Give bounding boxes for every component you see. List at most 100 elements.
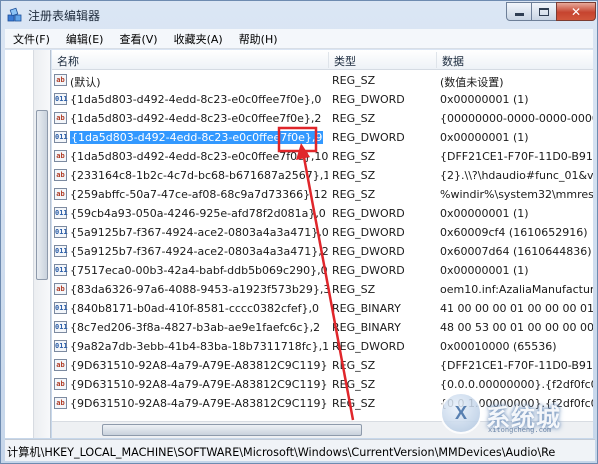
menu-view[interactable]: 查看(V) bbox=[111, 31, 165, 47]
table-row[interactable]: 011 {1da5d803-d492-4edd-8c23-e0c0ffee7f0e… bbox=[52, 128, 593, 147]
string-value-icon: ab bbox=[54, 169, 67, 181]
key-tree-pane[interactable] bbox=[5, 50, 51, 438]
value-name-cell: {840b8171-b0ad-410f-8581-cccc0382cfef},0 bbox=[70, 302, 328, 315]
value-name-text: (默认) bbox=[70, 76, 101, 89]
column-divider[interactable] bbox=[436, 52, 437, 68]
table-row[interactable]: 011 {5a9125b7-f367-4924-ace2-0803a4a3a471… bbox=[52, 242, 593, 261]
minimize-icon bbox=[514, 13, 524, 16]
close-icon: ✕ bbox=[570, 4, 582, 19]
value-data-cell: {DFF21CE1-F70F-11D0-B917 bbox=[440, 150, 593, 163]
value-data-cell: 0x60009cf4 (1610652916) bbox=[440, 226, 588, 239]
value-data-cell: oem10.inf:AzaliaManufactur bbox=[440, 283, 593, 296]
value-data-cell: {DFF21CE1-F70F-11D0-B917 bbox=[440, 359, 593, 372]
column-divider[interactable] bbox=[328, 52, 329, 68]
watermark-logo: X bbox=[440, 392, 482, 434]
value-type-cell: REG_SZ bbox=[332, 112, 376, 125]
table-row[interactable]: 011 {1da5d803-d492-4edd-8c23-e0c0ffee7f0e… bbox=[52, 90, 593, 109]
value-name-text: {5a9125b7-f367-4924-ace2-0803a4a3a471},0 bbox=[70, 226, 328, 239]
value-name-cell: {1da5d803-d492-4edd-8c23-e0c0ffee7f0e},0 bbox=[70, 93, 328, 106]
value-name-text: {233164c8-1b2c-4c7d-bc68-b671687a2567},1 bbox=[70, 169, 328, 182]
value-name-text: {83da6326-97a6-4088-9453-a1923f573b29},3 bbox=[70, 283, 328, 296]
watermark-url: xitongcheng.com bbox=[488, 426, 552, 434]
title-bar[interactable]: 注册表编辑器 ✕ bbox=[1, 1, 597, 29]
value-data-cell: 0x00000001 (1) bbox=[440, 131, 529, 144]
table-row[interactable]: 011 {8c7ed206-3f8a-4827-b3ab-ae9e1faefc6c… bbox=[52, 318, 593, 337]
value-name-text: {259abffc-50a7-47ce-af08-68c9a7d73366},1… bbox=[70, 188, 328, 201]
tree-vertical-scrollbar[interactable] bbox=[33, 50, 50, 438]
table-row[interactable]: 011 {9a82a7db-3ebb-41b4-83ba-18b7311718fc… bbox=[52, 337, 593, 356]
value-name-text: {840b8171-b0ad-410f-8581-cccc0382cfef},0 bbox=[70, 302, 320, 315]
column-type-header[interactable]: 类型 bbox=[334, 53, 356, 69]
value-type-cell: REG_SZ bbox=[332, 283, 376, 296]
value-name-text: {59cb4a93-050a-4246-925e-afd78f2d081a},0 bbox=[70, 207, 326, 220]
value-data-cell: {00000000-0000-0000-0000 bbox=[440, 112, 593, 125]
value-name-cell: {259abffc-50a7-47ce-af08-68c9a7d73366},1… bbox=[70, 188, 328, 201]
binary-value-icon: 011 bbox=[54, 131, 68, 143]
table-row[interactable]: ab {259abffc-50a7-47ce-af08-68c9a7d73366}… bbox=[52, 185, 593, 204]
value-type-cell: REG_DWORD bbox=[332, 207, 405, 220]
value-name-text: {9D631510-92A8-4a79-A79E-A83812C9C119},0 bbox=[70, 359, 328, 372]
value-name-cell: {8c7ed206-3f8a-4827-b3ab-ae9e1faefc6c},2 bbox=[70, 321, 328, 334]
value-data-cell: 0x60007d64 (1610644836) bbox=[440, 245, 592, 258]
value-name-text: {7517eca0-00b3-42a4-babf-ddb5b069c290},0 bbox=[70, 264, 328, 277]
value-name-cell: {1da5d803-d492-4edd-8c23-e0c0ffee7f0e},2 bbox=[70, 112, 328, 125]
maximize-button[interactable] bbox=[531, 2, 557, 21]
table-row[interactable]: ab {9D631510-92A8-4a79-A79E-A83812C9C119}… bbox=[52, 356, 593, 375]
string-value-icon: ab bbox=[54, 283, 67, 295]
value-name-cell: {9D631510-92A8-4a79-A79E-A83812C9C119},2 bbox=[70, 397, 328, 410]
value-type-cell: REG_SZ bbox=[332, 359, 376, 372]
table-row[interactable]: ab {1da5d803-d492-4edd-8c23-e0c0ffee7f0e}… bbox=[52, 147, 593, 166]
status-bar: 计算机\HKEY_LOCAL_MACHINE\SOFTWARE\Microsof… bbox=[5, 439, 595, 461]
value-name-text: {5a9125b7-f367-4924-ace2-0803a4a3a471},2 bbox=[70, 245, 328, 258]
value-name-text: {9a82a7db-3ebb-41b4-83ba-18b7311718fc},1 bbox=[70, 340, 328, 353]
value-type-cell: REG_SZ bbox=[332, 150, 376, 163]
value-type-cell: REG_SZ bbox=[332, 378, 376, 391]
value-type-cell: REG_SZ bbox=[332, 188, 376, 201]
menu-edit[interactable]: 编辑(E) bbox=[58, 31, 112, 47]
value-name-cell: {9a82a7db-3ebb-41b4-83ba-18b7311718fc},1 bbox=[70, 340, 328, 353]
table-row[interactable]: 011 {7517eca0-00b3-42a4-babf-ddb5b069c290… bbox=[52, 261, 593, 280]
value-type-cell: REG_SZ bbox=[332, 169, 376, 182]
value-type-cell: REG_BINARY bbox=[332, 321, 401, 334]
menu-file[interactable]: 文件(F) bbox=[5, 31, 58, 47]
value-name-cell: {9D631510-92A8-4a79-A79E-A83812C9C119},1 bbox=[70, 378, 328, 391]
column-data-header[interactable]: 数据 bbox=[442, 53, 464, 69]
value-name-text: {1da5d803-d492-4edd-8c23-e0c0ffee7f0e},0 bbox=[70, 93, 322, 106]
table-row[interactable]: 011 {5a9125b7-f367-4924-ace2-0803a4a3a471… bbox=[52, 223, 593, 242]
value-name-cell: {59cb4a93-050a-4246-925e-afd78f2d081a},0 bbox=[70, 207, 328, 220]
horizontal-scroll-thumb[interactable] bbox=[102, 424, 362, 436]
table-row[interactable]: 011 {59cb4a93-050a-4246-925e-afd78f2d081a… bbox=[52, 204, 593, 223]
table-row[interactable]: ab {233164c8-1b2c-4c7d-bc68-b671687a2567}… bbox=[52, 166, 593, 185]
menu-help[interactable]: 帮助(H) bbox=[231, 31, 286, 47]
value-data-cell: (数值未设置) bbox=[440, 76, 504, 89]
binary-value-icon: 011 bbox=[54, 245, 68, 257]
value-name-cell: {1da5d803-d492-4edd-8c23-e0c0ffee7f0e},9 bbox=[70, 131, 328, 144]
tree-scroll-thumb[interactable] bbox=[36, 110, 48, 280]
string-value-icon: ab bbox=[54, 150, 67, 162]
value-data-cell: 0x00000001 (1) bbox=[440, 264, 529, 277]
value-name-cell: {5a9125b7-f367-4924-ace2-0803a4a3a471},0 bbox=[70, 226, 328, 239]
string-value-icon: ab bbox=[54, 359, 67, 371]
string-value-icon: ab bbox=[54, 112, 67, 124]
menu-favorites[interactable]: 收藏夹(A) bbox=[166, 31, 231, 47]
string-value-icon: ab bbox=[54, 74, 67, 86]
value-list-pane[interactable]: 名称 类型 数据 ab (默认) REG_SZ (数值未设置) 011 {1da5d803… bbox=[52, 50, 593, 438]
table-row[interactable]: ab (默认) REG_SZ (数值未设置) bbox=[52, 71, 593, 90]
value-data-cell: 41 00 00 00 01 00 00 00 01 bbox=[440, 302, 593, 315]
value-name-text: {1da5d803-d492-4edd-8c23-e0c0ffee7f0e},2 bbox=[70, 112, 322, 125]
value-name-cell: {233164c8-1b2c-4c7d-bc68-b671687a2567},1 bbox=[70, 169, 328, 182]
value-name-text: {1da5d803-d492-4edd-8c23-e0c0ffee7f0e},9 bbox=[70, 131, 324, 144]
column-name-header[interactable]: 名称 bbox=[57, 53, 79, 69]
table-row[interactable]: ab {1da5d803-d492-4edd-8c23-e0c0ffee7f0e}… bbox=[52, 109, 593, 128]
value-type-cell: REG_DWORD bbox=[332, 340, 405, 353]
table-row[interactable]: ab {83da6326-97a6-4088-9453-a1923f573b29}… bbox=[52, 280, 593, 299]
table-row[interactable]: 011 {840b8171-b0ad-410f-8581-cccc0382cfef… bbox=[52, 299, 593, 318]
value-data-cell: 0x00000001 (1) bbox=[440, 207, 529, 220]
close-button[interactable]: ✕ bbox=[556, 2, 596, 21]
value-type-cell: REG_DWORD bbox=[332, 93, 405, 106]
value-name-text: {9D631510-92A8-4a79-A79E-A83812C9C119},2 bbox=[70, 397, 328, 410]
value-data-cell: {2}.\\?\hdaudio#func_01&ve bbox=[440, 169, 593, 182]
value-name-cell: {1da5d803-d492-4edd-8c23-e0c0ffee7f0e},1… bbox=[70, 150, 328, 163]
minimize-button[interactable] bbox=[506, 2, 532, 21]
status-path: 计算机\HKEY_LOCAL_MACHINE\SOFTWARE\Microsof… bbox=[7, 446, 556, 459]
